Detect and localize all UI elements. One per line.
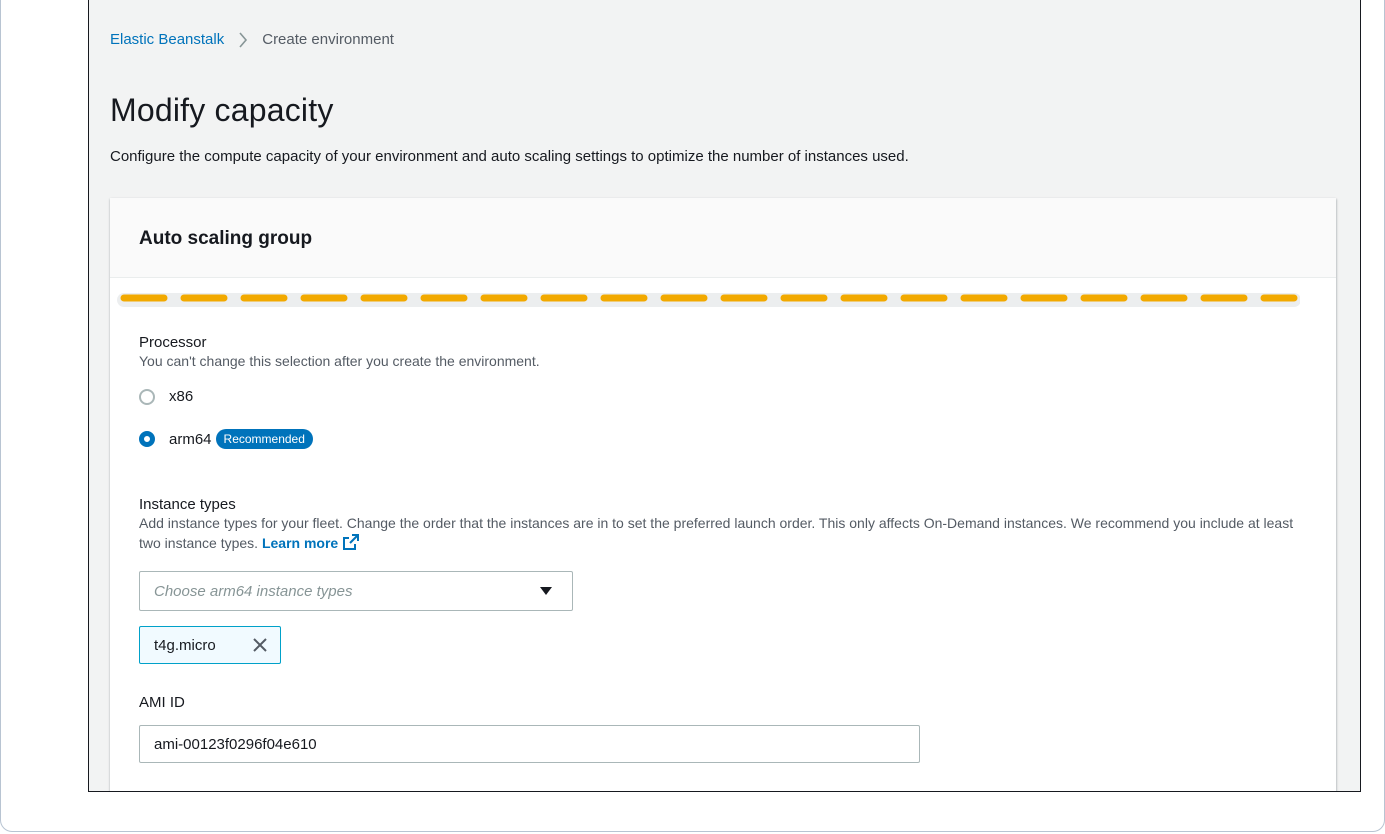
breadcrumb-elastic-beanstalk[interactable]: Elastic Beanstalk	[110, 31, 224, 48]
close-icon[interactable]	[252, 637, 268, 653]
instance-types-placeholder: Choose arm64 instance types	[154, 582, 353, 600]
ami-id-label: AMI ID	[139, 694, 185, 711]
instance-types-field: Instance types Add instance types for yo…	[139, 496, 1309, 556]
caret-down-icon	[540, 587, 552, 595]
recommended-badge: Recommended	[215, 429, 313, 449]
processor-description: You can't change this selection after yo…	[139, 353, 540, 369]
processor-field: Processor You can't change this selectio…	[139, 334, 540, 371]
radio-option-arm64[interactable]: arm64 Recommended	[139, 429, 313, 449]
card-header: Auto scaling group	[110, 198, 1336, 278]
instance-types-description: Add instance types for your fleet. Chang…	[139, 513, 1309, 556]
page-description: Configure the compute capacity of your e…	[110, 148, 909, 165]
radio-label-arm64: arm64	[169, 430, 212, 448]
instance-types-select[interactable]: Choose arm64 instance types	[139, 571, 573, 611]
radio-label-x86: x86	[169, 388, 194, 405]
screenshot-frame: Elastic Beanstalk Create environment Mod…	[88, 0, 1361, 792]
breadcrumb: Elastic Beanstalk Create environment	[110, 31, 394, 48]
breadcrumb-create-environment: Create environment	[262, 31, 394, 48]
ami-id-input[interactable]: ami-00123f0296f04e610	[139, 725, 920, 763]
chevron-right-icon	[238, 31, 248, 48]
radio-option-x86[interactable]: x86	[139, 388, 193, 405]
radio-button-arm64[interactable]	[139, 431, 155, 447]
processor-label: Processor	[139, 334, 207, 351]
instance-types-label: Instance types	[139, 496, 236, 513]
page-title: Modify capacity	[110, 92, 334, 128]
external-link-icon[interactable]	[342, 533, 360, 556]
learn-more-link[interactable]: Learn more	[262, 535, 338, 551]
torn-edge-divider	[114, 286, 1300, 314]
instance-type-token: t4g.micro	[139, 626, 281, 664]
auto-scaling-group-card: Auto scaling group Processor You can't c…	[110, 198, 1336, 791]
token-label: t4g.micro	[154, 636, 216, 654]
card-title: Auto scaling group	[139, 228, 313, 249]
ami-id-field: AMI ID	[139, 694, 185, 711]
radio-button-x86[interactable]	[139, 388, 155, 405]
